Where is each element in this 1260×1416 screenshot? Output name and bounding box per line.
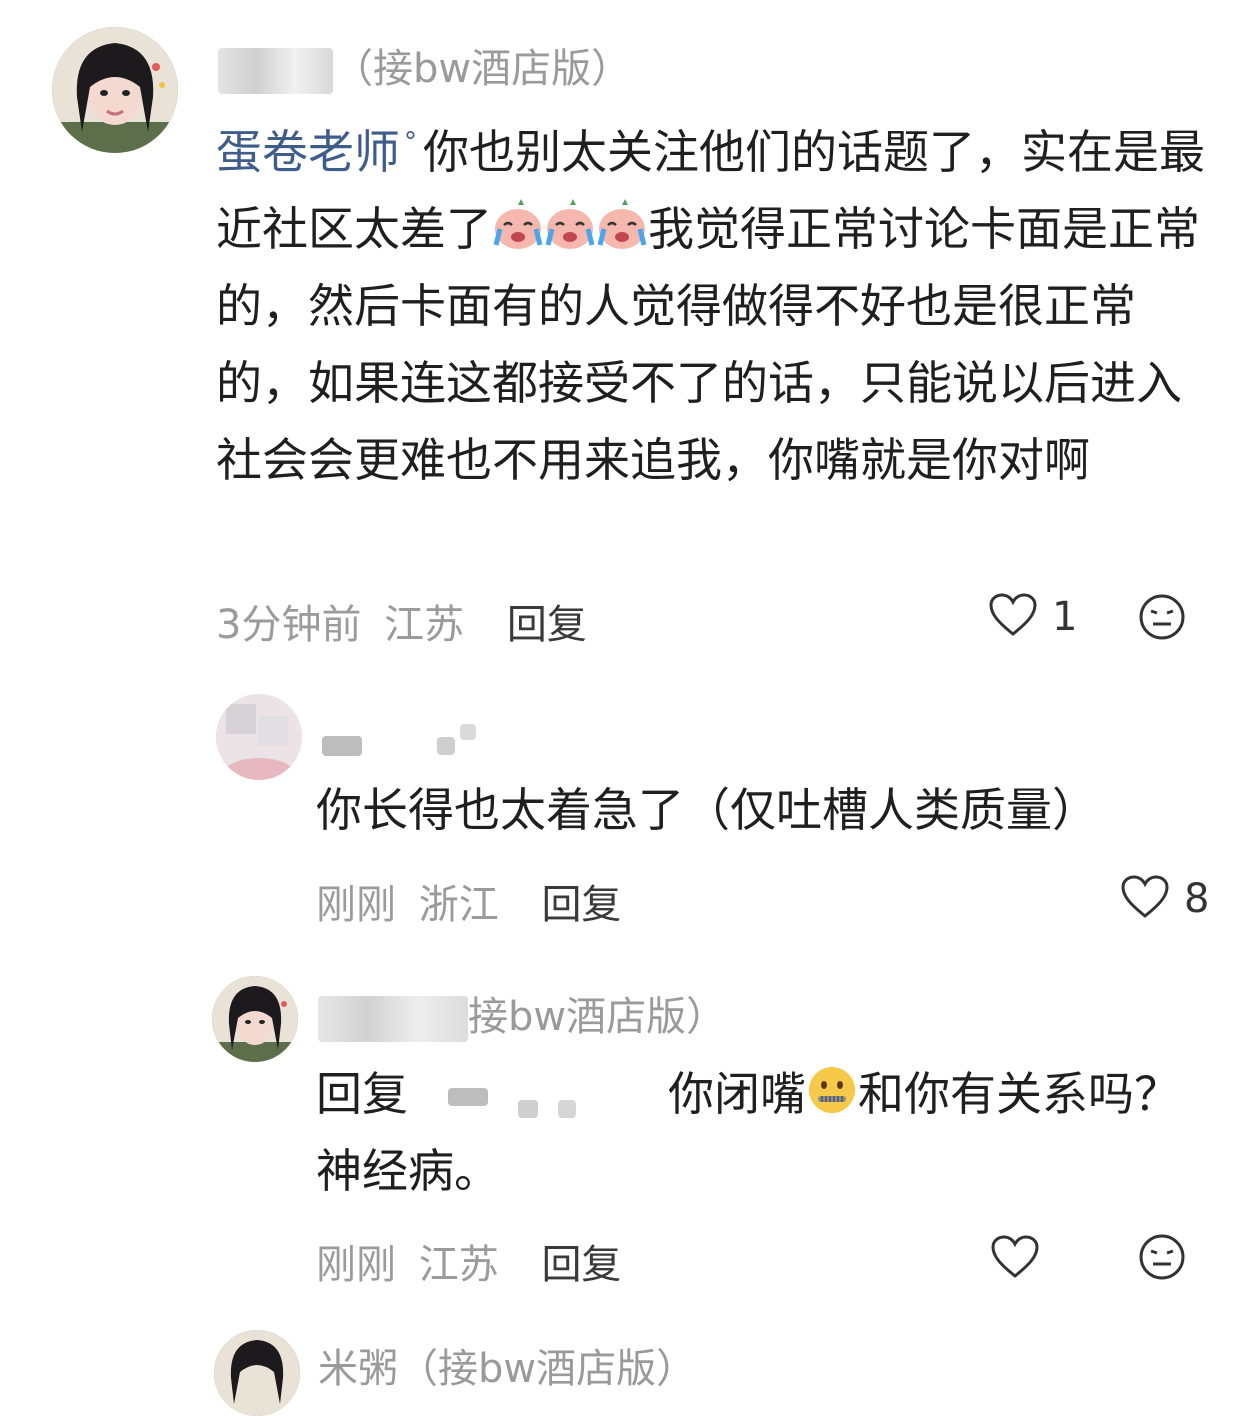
comment-meta: 刚刚 江苏 回复 xyxy=(316,1232,621,1290)
crying-face-icon xyxy=(492,197,544,249)
search-small-icon: ° xyxy=(404,127,417,157)
avatar[interactable] xyxy=(52,27,178,153)
reply-button[interactable]: 回复 xyxy=(541,882,621,928)
region: 浙江 xyxy=(418,882,499,928)
blurred-mention xyxy=(408,1078,668,1118)
crying-face-icon xyxy=(596,197,648,249)
timestamp: 刚刚 xyxy=(316,882,396,928)
comment-meta: 刚刚 浙江 回复 xyxy=(316,872,621,930)
meh-face-icon xyxy=(1138,1233,1186,1285)
region: 江苏 xyxy=(384,602,465,648)
like-button[interactable] xyxy=(990,1234,1040,1284)
timestamp: 刚刚 xyxy=(316,1242,396,1288)
crying-face-icon xyxy=(544,197,596,249)
heart-outline-icon xyxy=(988,592,1038,642)
dislike-button[interactable] xyxy=(1138,1233,1186,1285)
avatar[interactable] xyxy=(216,694,302,780)
region: 江苏 xyxy=(418,1242,499,1288)
reply-text: 你长得也太着急了（仅吐槽人类质量） xyxy=(316,783,1098,837)
blurred-username xyxy=(218,48,333,94)
username[interactable]: 米粥（接bw酒店版） xyxy=(318,1336,696,1394)
username[interactable]: （接bw酒店版） xyxy=(218,36,631,94)
blurred-username xyxy=(318,996,468,1042)
reply-button[interactable]: 回复 xyxy=(541,1242,621,1288)
like-button[interactable]: 8 xyxy=(1120,874,1209,924)
like-button[interactable]: 1 xyxy=(988,592,1077,642)
zipper-mouth-face-icon xyxy=(806,1062,858,1114)
meh-face-icon xyxy=(1138,593,1186,645)
heart-outline-icon xyxy=(990,1234,1040,1284)
heart-outline-icon xyxy=(1120,874,1170,924)
comment-text: 蛋卷老师 ° 你也别太关注他们的话题了，实在是最近社区太差了 我觉得正常讨论卡面是正常… xyxy=(216,125,1205,487)
avatar[interactable] xyxy=(214,1330,300,1416)
username[interactable]: 接bw酒店版） xyxy=(318,984,726,1042)
timestamp: 3分钟前 xyxy=(216,602,362,648)
avatar[interactable] xyxy=(212,976,298,1062)
reply-text: 回复 你闭嘴 和你有关系吗？神经病。 xyxy=(316,1056,1196,1210)
blurred-username xyxy=(322,723,477,756)
like-count: 1 xyxy=(1052,594,1078,640)
dislike-button[interactable] xyxy=(1138,593,1186,645)
reply-prefix: 回复 xyxy=(316,1067,408,1121)
like-count: 8 xyxy=(1184,876,1210,922)
reply-button[interactable]: 回复 xyxy=(507,602,587,648)
comment-meta: 3分钟前 江苏 回复 xyxy=(216,592,587,650)
mention-link[interactable]: 蛋卷老师 xyxy=(216,125,400,179)
